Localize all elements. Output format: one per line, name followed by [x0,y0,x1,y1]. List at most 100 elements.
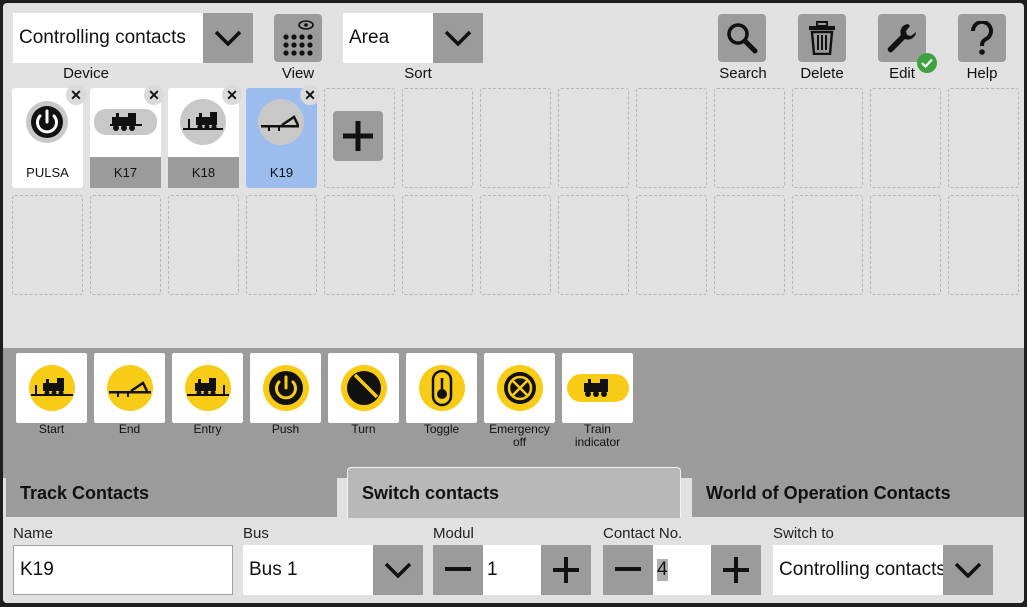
trash-icon [809,21,835,55]
delete-caption: Delete [800,65,844,82]
tab-switch-contacts[interactable]: Switch contacts [347,467,681,519]
plus-icon[interactable] [541,545,591,595]
view-caption: View [281,65,315,82]
empty-slot [714,88,785,188]
delete-button[interactable] [798,14,846,62]
switch-to-dropdown[interactable]: Controlling contacts [773,545,993,595]
switch-to-value: Controlling contacts [779,559,943,580]
contact-label: K19 [269,165,294,180]
empty-slot [870,88,941,188]
contact-label: K18 [168,157,239,188]
power-icon [24,99,70,145]
empty-slot [12,195,83,295]
palette-item-push[interactable] [250,353,321,423]
app-window: Controlling contacts Device View Area So… [3,3,1024,603]
contact-card-k17[interactable]: K17 ✕ [90,85,164,188]
contact-card-k18[interactable]: K18 ✕ [168,85,242,188]
sort-caption: Sort [404,65,432,82]
empty-slot [636,195,707,295]
modul-stepper[interactable]: 1 [433,545,591,595]
empty-slot [714,195,785,295]
chevron-down-icon [373,545,423,595]
palette-label: Entry [193,422,222,436]
close-icon[interactable]: ✕ [222,85,242,105]
empty-slot [948,88,1019,188]
device-dropdown[interactable]: Controlling contacts [13,13,253,63]
close-icon[interactable]: ✕ [300,85,320,105]
empty-slot [246,195,317,295]
minus-icon[interactable] [603,545,653,595]
wrench-icon [887,24,916,53]
name-label: Name [13,525,54,542]
train-entry-icon [184,365,231,411]
palette-label: Train indicator [574,422,621,449]
palette-item-start[interactable] [16,353,87,423]
sort-dropdown[interactable]: Area [343,13,483,63]
close-icon[interactable]: ✕ [144,85,164,105]
train-indicator-icon [566,374,629,402]
keypad-eye-icon [283,20,314,56]
chevron-down-icon [203,13,253,63]
palette-item-entry[interactable] [172,353,243,423]
contact-no-stepper[interactable]: 4 [603,545,761,595]
buffer-stop-icon [106,365,153,411]
contact-card-k19[interactable]: K19 ✕ [246,85,320,188]
empty-slot [402,195,473,295]
view-button[interactable] [274,14,322,62]
empty-slot [870,195,941,295]
train-icon [94,109,157,135]
search-caption: Search [719,65,767,82]
empty-slot [480,195,551,295]
contact-label: K17 [90,157,161,188]
bus-value: Bus 1 [249,559,298,580]
emergency-off-icon [496,365,543,411]
train-entry-icon [180,99,226,145]
sort-value: Area [349,27,390,48]
bus-label: Bus [243,525,269,542]
contact-no-value: 4 [657,559,668,581]
tab-world-of-operation-contacts[interactable]: World of Operation Contacts [692,469,1024,517]
empty-slot [558,88,629,188]
contact-card-pulsa[interactable]: PULSA ✕ [12,85,86,188]
edit-button[interactable] [878,14,926,62]
empty-slot [90,195,161,295]
contact-type-palette: Start End Entry Push Turn Toggle Emergen… [3,348,1024,478]
palette-item-train-indicator[interactable] [562,353,633,423]
tab-label: Track Contacts [20,482,150,503]
help-button[interactable] [958,14,1006,62]
tab-label: World of Operation Contacts [706,482,951,503]
palette-label: Turn [351,422,376,436]
contact-label: PULSA [26,165,69,180]
empty-slot [402,88,473,188]
question-icon [970,21,993,55]
plus-icon [343,121,373,151]
power-icon [262,365,309,411]
edit-caption: Edit [889,65,915,82]
name-input[interactable]: K19 [13,545,233,595]
palette-item-toggle[interactable] [406,353,477,423]
tab-label: Switch contacts [362,483,500,503]
contact-no-field[interactable]: 4 [653,545,711,595]
empty-slot [636,88,707,188]
name-value: K19 [20,559,54,580]
bus-dropdown[interactable]: Bus 1 [243,545,423,595]
palette-label: Emergency off [489,422,550,449]
modul-value[interactable]: 1 [483,545,541,595]
palette-item-emergency-off[interactable] [484,353,555,423]
palette-item-end[interactable] [94,353,165,423]
add-contact-button[interactable] [333,111,383,161]
tab-track-contacts[interactable]: Track Contacts [6,469,337,517]
close-icon[interactable]: ✕ [66,85,86,105]
train-start-icon [28,365,75,411]
search-icon [727,23,758,54]
palette-label: End [118,422,141,436]
search-button[interactable] [718,14,766,62]
minus-icon[interactable] [433,545,483,595]
empty-slot [324,195,395,295]
help-caption: Help [966,65,998,82]
buffer-stop-icon [258,99,304,145]
palette-item-turn[interactable] [328,353,399,423]
palette-label: Push [271,422,300,436]
device-caption: Device [63,65,109,82]
plus-icon[interactable] [711,545,761,595]
